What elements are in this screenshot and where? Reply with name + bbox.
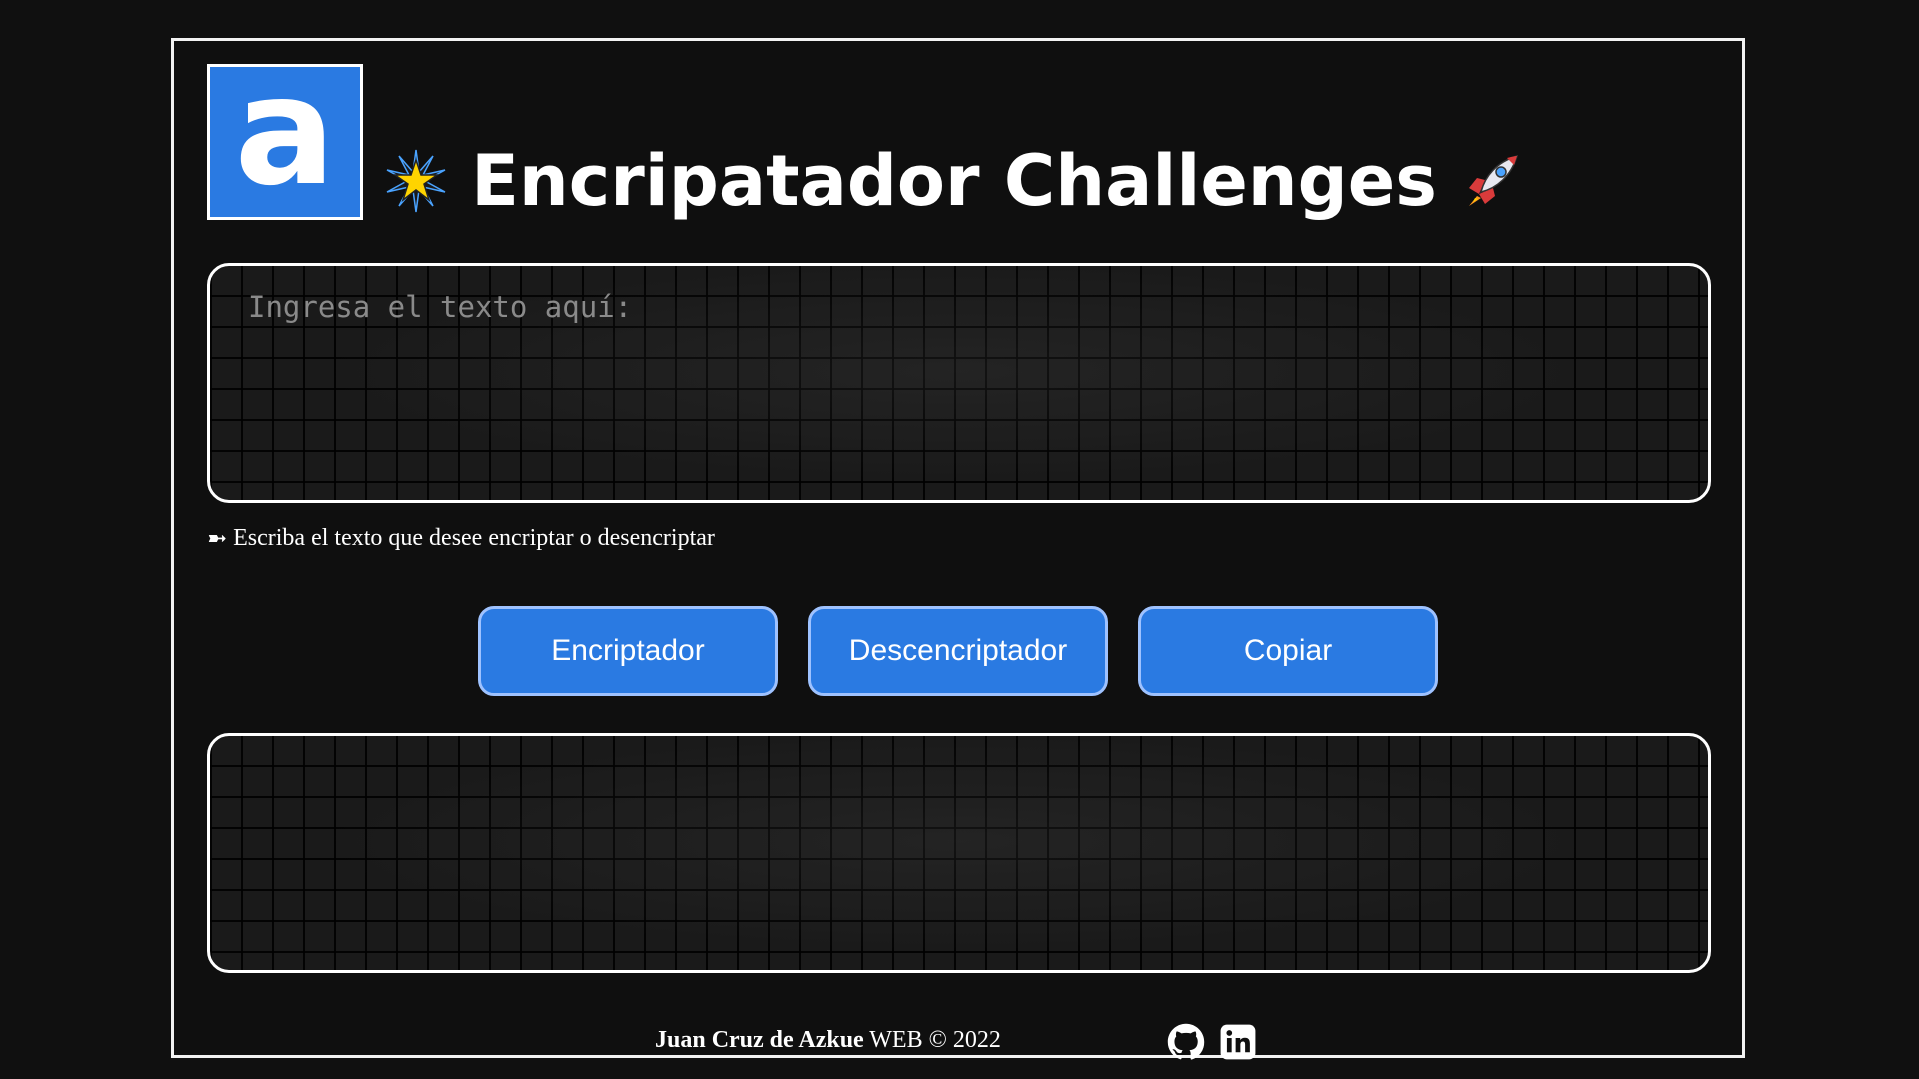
footer-credit: Juan Cruz de Azkue WEB © 2022 — [655, 1027, 1001, 1054]
output-text-area[interactable] — [210, 736, 1708, 970]
hint-line: ➼ Escriba el texto que desee encriptar o… — [207, 524, 715, 553]
input-text-area[interactable] — [210, 266, 1708, 500]
input-text-area-container — [207, 263, 1711, 503]
social-links — [1167, 1023, 1257, 1061]
footer-suffix: WEB © 2022 — [869, 1027, 1001, 1053]
author-name: Juan Cruz de Azkue — [655, 1027, 864, 1053]
github-icon — [1167, 1023, 1205, 1060]
logo-letter: a — [234, 45, 336, 219]
action-buttons: Encriptador Descencriptador Copiar — [478, 606, 1438, 696]
footer: Juan Cruz de Azkue WEB © 2022 — [174, 1023, 1742, 1063]
encrypt-button[interactable]: Encriptador — [478, 606, 778, 696]
title-row: Encripatador Challenges — [386, 131, 1519, 231]
app-frame: a Encripatador Challenges ➼ Escri — [171, 38, 1745, 1060]
copy-button[interactable]: Copiar — [1138, 606, 1438, 696]
linkedin-link[interactable] — [1219, 1023, 1257, 1061]
decrypt-button[interactable]: Descencriptador — [808, 606, 1108, 696]
output-text-area-container — [207, 733, 1711, 973]
logo: a — [207, 57, 363, 220]
hint-text: Escriba el texto que desee encriptar o d… — [233, 525, 715, 551]
page-title: Encripatador Challenges — [471, 140, 1437, 222]
linkedin-icon — [1220, 1024, 1256, 1060]
arrow-icon: ➼ — [207, 526, 228, 552]
github-link[interactable] — [1167, 1023, 1205, 1061]
rocket-icon — [1459, 148, 1525, 214]
sparkle-star-icon — [383, 148, 449, 214]
